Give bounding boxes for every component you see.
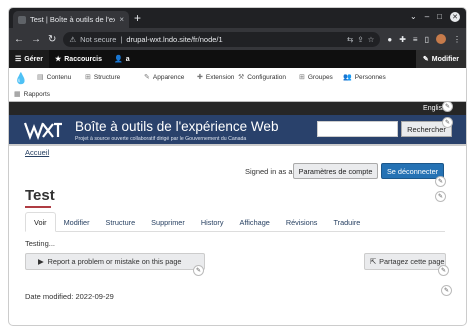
hamburger-icon: ☰ — [15, 56, 22, 63]
window-controls: ⌄ – □ ✕ — [410, 12, 460, 22]
tab-close-icon[interactable]: × — [119, 15, 124, 24]
new-tab-button[interactable]: + — [134, 11, 141, 25]
tray-item-personnes[interactable]: 👥 Personnes — [343, 73, 386, 82]
reload-icon[interactable]: ↻ — [48, 34, 56, 45]
star-icon: ★ — [54, 56, 62, 63]
reports-icon: ▦ — [14, 91, 21, 98]
account-settings-button[interactable]: Paramètres de compte — [293, 163, 378, 179]
paintbrush-icon: ✎ — [144, 74, 150, 81]
bookmark-star-icon[interactable]: ☆ — [368, 35, 375, 44]
tab-voir[interactable]: Voir — [25, 212, 56, 232]
sidebar-icon[interactable]: ▯ — [425, 35, 429, 44]
drupal-toolbar: ☰ Gérer ★ Raccourcis 👤 a ✎ Modifier — [9, 50, 466, 68]
site-subtitle: Projet à source ouverte collaboratif dir… — [75, 136, 247, 142]
tab-history[interactable]: History — [193, 212, 232, 232]
search-input[interactable] — [317, 121, 398, 137]
translate-icon[interactable]: ⇆ — [347, 35, 353, 44]
profile-avatar[interactable] — [436, 34, 446, 44]
title-underline — [25, 206, 51, 208]
logout-button[interactable]: Se déconnecter — [381, 163, 444, 179]
maximize-icon[interactable]: □ — [437, 12, 442, 22]
tray-item-rapports[interactable]: ▦ Rapports — [14, 90, 50, 99]
tab-strip: Test | Boîte à outils de l'ex × + ⌄ – □ … — [9, 8, 466, 28]
tab-title: Test | Boîte à outils de l'ex — [30, 15, 116, 24]
tray-item-groupes[interactable]: ⊞ Groupes — [299, 73, 333, 82]
page-title: Test — [25, 187, 55, 204]
wxt-logo-icon[interactable] — [23, 120, 63, 140]
people-icon: 👥 — [343, 74, 352, 81]
tray-item-configuration[interactable]: ⚒ Configuration — [238, 73, 286, 82]
groups-icon: ⊞ — [299, 74, 305, 81]
report-edit-pencil-icon[interactable]: ✎ — [193, 265, 204, 276]
tab-structure[interactable]: Structure — [98, 212, 144, 232]
warning-icon: ⚠ — [69, 34, 77, 44]
edit-mode-button[interactable]: ✎ Modifier — [415, 50, 466, 68]
reading-list-icon[interactable]: ≡ — [413, 35, 418, 44]
report-problem-button[interactable]: ▶ Report a problem or mistake on this pa… — [25, 253, 205, 270]
browser-window: Test | Boîte à outils de l'ex × + ⌄ – □ … — [9, 8, 466, 325]
footer-edit-pencil-icon[interactable]: ✎ — [441, 285, 452, 296]
browser-toolbar: ← → ↻ ⚠ Not secure | drupal-wxt.lndo.sit… — [9, 28, 466, 50]
browser-tab[interactable]: Test | Boîte à outils de l'ex × — [13, 11, 129, 28]
shortcuts-label: Raccourcis — [64, 55, 102, 63]
favicon-icon — [18, 15, 26, 24]
manage-button[interactable]: ☰ Gérer — [9, 50, 49, 68]
tab-search-icon[interactable]: ⌄ — [410, 12, 417, 22]
tray-item-apparence[interactable]: ✎ Apparence — [144, 73, 184, 82]
tray-item-structure[interactable]: ⊞ Structure — [85, 73, 120, 82]
security-label: Not secure — [80, 34, 117, 44]
breadcrumb[interactable]: Accueil — [25, 148, 49, 157]
caret-right-icon: ▶ — [38, 257, 44, 266]
structure-icon: ⊞ — [85, 74, 91, 81]
content-icon: ▤ — [37, 74, 44, 81]
signed-in-text: Signed in as a — [245, 167, 293, 176]
report-label: Report a problem or mistake on this page — [47, 257, 182, 266]
tray-item-contenu[interactable]: ▤ Contenu — [37, 73, 71, 82]
url-text: drupal-wxt.lndo.site/fr/node/1 — [126, 34, 223, 44]
language-edit-pencil-icon[interactable]: ✎ — [442, 101, 453, 112]
minimize-icon[interactable]: – — [425, 12, 429, 22]
user-label: a — [125, 55, 130, 63]
wrench-icon: ⚒ — [238, 74, 245, 81]
tab-revisions[interactable]: Révisions — [278, 212, 326, 232]
puzzle-piece-icon: ✚ — [197, 74, 203, 81]
main-content: Accueil Signed in as a Paramètres de com… — [9, 147, 466, 325]
node-tabs: Voir Modifier Structure Supprimer Histor… — [25, 212, 445, 232]
shortcuts-button[interactable]: ★ Raccourcis — [49, 50, 108, 68]
tab-traduire[interactable]: Traduire — [325, 212, 368, 232]
close-window-icon[interactable]: ✕ — [450, 12, 460, 22]
tab-modifier[interactable]: Modifier — [56, 212, 98, 232]
manage-label: Gérer — [24, 55, 43, 63]
language-bar: English — [9, 102, 466, 115]
menu-icon[interactable]: ⋮ — [453, 35, 461, 44]
drupal-logo-icon[interactable]: 💧 — [14, 73, 28, 85]
forward-icon[interactable]: → — [31, 34, 41, 45]
banner-edit-pencil-icon[interactable]: ✎ — [442, 117, 453, 128]
tab-supprimer[interactable]: Supprimer — [143, 212, 193, 232]
account-edit-pencil-icon[interactable]: ✎ — [435, 176, 446, 187]
date-modified: Date modified: 2022-09-29 — [25, 292, 114, 301]
site-title[interactable]: Boîte à outils de l'expérience Web — [75, 119, 278, 134]
user-button[interactable]: 👤 a — [108, 50, 136, 68]
share-icon[interactable]: ⇪ — [357, 35, 363, 44]
share-page-button[interactable]: ⇱ Partagez cette page — [364, 253, 446, 270]
extension-icon[interactable]: ● — [387, 35, 392, 44]
user-icon: 👤 — [114, 56, 123, 63]
admin-tray: 💧 ▤ Contenu ⊞ Structure ✎ Apparence ✚ Extens… — [9, 68, 466, 102]
puzzle-icon[interactable]: ✚ — [399, 35, 406, 44]
address-bar[interactable]: ⚠ Not secure | drupal-wxt.lndo.site/fr/n… — [63, 31, 381, 47]
share-label: Partagez cette page — [379, 257, 445, 266]
tab-affichage[interactable]: Affichage — [232, 212, 278, 232]
pencil-icon: ✎ — [422, 56, 429, 63]
node-body: Testing... — [25, 239, 56, 248]
tray-item-extension[interactable]: ✚ Extension — [197, 73, 234, 82]
extension-icons: ● ✚ ≡ ▯ ⋮ — [387, 34, 461, 44]
edit-label: Modifier — [431, 55, 459, 63]
share-edit-pencil-icon[interactable]: ✎ — [438, 265, 449, 276]
share-icon: ⇱ — [370, 257, 377, 266]
site-banner: Boîte à outils de l'expérience Web Proje… — [9, 115, 466, 146]
back-icon[interactable]: ← — [14, 34, 24, 45]
title-edit-pencil-icon[interactable]: ✎ — [435, 191, 446, 202]
